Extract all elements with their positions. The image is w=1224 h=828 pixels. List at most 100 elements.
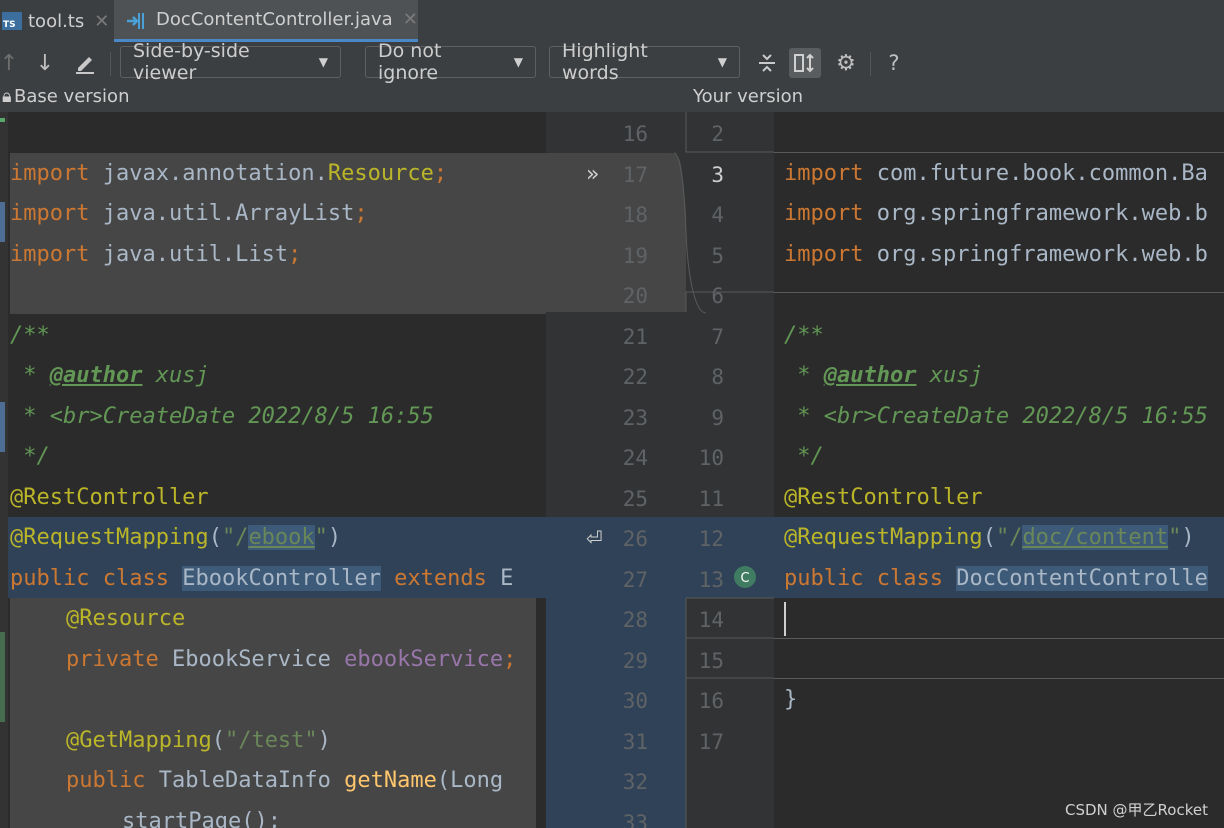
append-change-icon[interactable]: ⏎ xyxy=(586,526,603,550)
line-number: 25 xyxy=(622,486,648,511)
close-icon[interactable]: ✕ xyxy=(94,11,109,32)
chevron-down-icon: ▼ xyxy=(717,55,727,69)
line-number: 16 xyxy=(622,122,648,146)
code-line: @RestController xyxy=(784,485,983,510)
marker xyxy=(0,118,5,122)
toolbar-separator xyxy=(110,52,111,76)
dropdown-label: Side-by-side viewer xyxy=(133,40,250,84)
code-line: @Resource xyxy=(66,606,186,631)
next-difference-icon[interactable]: ↓ xyxy=(32,48,58,78)
dropdown-label: Highlight words xyxy=(562,40,648,84)
code-line: /** xyxy=(10,323,50,348)
code-line: * <br>CreateDate 2022/8/5 16:55 xyxy=(784,404,1208,429)
line-number: 2 xyxy=(711,122,724,146)
divider xyxy=(774,638,1224,639)
line-number: 4 xyxy=(711,203,724,227)
code-line: import org.springframework.web.b xyxy=(784,201,1208,226)
apply-change-icon[interactable]: » xyxy=(586,162,599,187)
divider xyxy=(774,678,1224,679)
line-number: 18 xyxy=(622,203,648,227)
spring-controller-icon[interactable]: C xyxy=(732,564,758,590)
line-number: 11 xyxy=(698,486,724,511)
code-line: public TableDataInfo getName(Long xyxy=(66,768,504,793)
code-line: private EbookService ebookService; xyxy=(66,647,517,672)
code-line: */ xyxy=(10,444,50,469)
your-version-label: Your version xyxy=(693,86,804,107)
typescript-file-icon: TS xyxy=(2,12,22,30)
tab-tool-ts[interactable]: TS tool.ts ✕ xyxy=(0,0,112,42)
line-number: 24 xyxy=(622,446,648,470)
collapse-unchanged-icon[interactable] xyxy=(754,48,780,78)
tab-label: tool.ts xyxy=(28,10,85,32)
base-version-label: Base version xyxy=(14,86,130,107)
diff-editor: import javax.annotation.Resource; import… xyxy=(0,112,1224,828)
code-line: startPage(); xyxy=(122,809,281,828)
line-number: 8 xyxy=(711,365,724,389)
svg-text:C: C xyxy=(740,571,749,586)
tab-label: DocContentController.java xyxy=(156,9,393,30)
edit-source-icon[interactable] xyxy=(70,48,100,78)
gear-icon[interactable]: ⚙ xyxy=(832,48,860,78)
code-line: import javax.annotation.Resource; xyxy=(10,161,448,186)
watermark: CSDN @甲乙Rocket xyxy=(1065,801,1208,819)
diff-toolbar: ↑ ↓ Side-by-side viewer ▼ Do not ignore … xyxy=(0,40,1224,84)
code-line: } xyxy=(784,687,798,712)
line-number: 14 xyxy=(698,608,724,632)
chevron-down-icon: ▼ xyxy=(513,55,523,69)
code-line: import java.util.List; xyxy=(10,242,302,267)
dropdown-label: Do not ignore xyxy=(378,40,442,84)
line-number: 15 xyxy=(698,648,724,673)
tab-doccontentcontroller[interactable]: DocContentController.java ✕ xyxy=(114,0,418,42)
line-number: 9 xyxy=(711,405,724,430)
line-number: 19 xyxy=(622,243,648,268)
line-number: 3 xyxy=(711,162,724,187)
line-number: 27 xyxy=(622,567,648,592)
line-number: 7 xyxy=(711,324,724,349)
line-number: 17 xyxy=(622,162,648,187)
divider xyxy=(774,292,1224,293)
line-number: 10 xyxy=(698,446,724,470)
code-line: public class EbookController extends E xyxy=(10,566,514,591)
close-icon[interactable]: ✕ xyxy=(403,9,418,30)
pane-labels: 🔒︎ Base version Your version xyxy=(0,84,1224,112)
help-icon[interactable]: ? xyxy=(882,48,906,78)
your-version-pane[interactable]: import com.future.book.common.Ba import … xyxy=(774,112,1224,828)
code-line: import com.future.book.common.Ba xyxy=(784,161,1208,186)
toolbar-separator xyxy=(870,52,871,76)
line-number: 6 xyxy=(711,284,724,308)
previous-difference-icon[interactable]: ↑ xyxy=(0,48,18,78)
text-cursor xyxy=(784,602,786,636)
code-line: public class DocContentControlle xyxy=(784,566,1208,591)
code-line: @GetMapping("/test") xyxy=(66,728,331,753)
diff-connectors xyxy=(546,112,774,828)
viewer-mode-dropdown[interactable]: Side-by-side viewer ▼ xyxy=(120,40,341,84)
diff-gutter: » ⏎ C 16 17 18 19 20 21 22 23 24 25 26 27 28 29 30 31 32… xyxy=(546,112,774,828)
line-number: 17 xyxy=(698,729,724,754)
line-number: 28 xyxy=(622,608,648,632)
sync-scroll-icon[interactable] xyxy=(789,48,821,78)
marker xyxy=(0,202,5,242)
code-line: import java.util.ArrayList; xyxy=(10,201,368,226)
base-version-pane[interactable]: import javax.annotation.Resource; import… xyxy=(0,112,546,828)
line-number: 13 xyxy=(698,567,724,592)
editor-tab-bar: TS tool.ts ✕ DocContentController.java ✕ xyxy=(0,0,1224,43)
ignore-whitespace-dropdown[interactable]: Do not ignore ▼ xyxy=(365,40,536,84)
line-number: 21 xyxy=(622,324,648,349)
code-line: * @author xusj xyxy=(10,363,209,388)
line-number: 16 xyxy=(698,689,724,713)
line-number: 23 xyxy=(622,405,648,430)
marker xyxy=(0,632,5,722)
lock-icon: 🔒︎ xyxy=(2,86,12,107)
java-diff-icon xyxy=(127,12,144,29)
highlight-mode-dropdown[interactable]: Highlight words ▼ xyxy=(549,40,740,84)
chevron-down-icon: ▼ xyxy=(318,55,328,69)
code-line: import org.springframework.web.b xyxy=(784,242,1208,267)
code-line: /** xyxy=(784,323,824,348)
line-number: 31 xyxy=(622,729,648,754)
line-number: 32 xyxy=(622,770,648,794)
line-number: 26 xyxy=(622,527,648,551)
line-number: 20 xyxy=(622,284,648,308)
code-line: @RequestMapping("/doc/content") xyxy=(784,525,1195,550)
code-line: * @author xusj xyxy=(784,363,983,388)
code-line: @RequestMapping("/ebook") xyxy=(10,525,342,550)
